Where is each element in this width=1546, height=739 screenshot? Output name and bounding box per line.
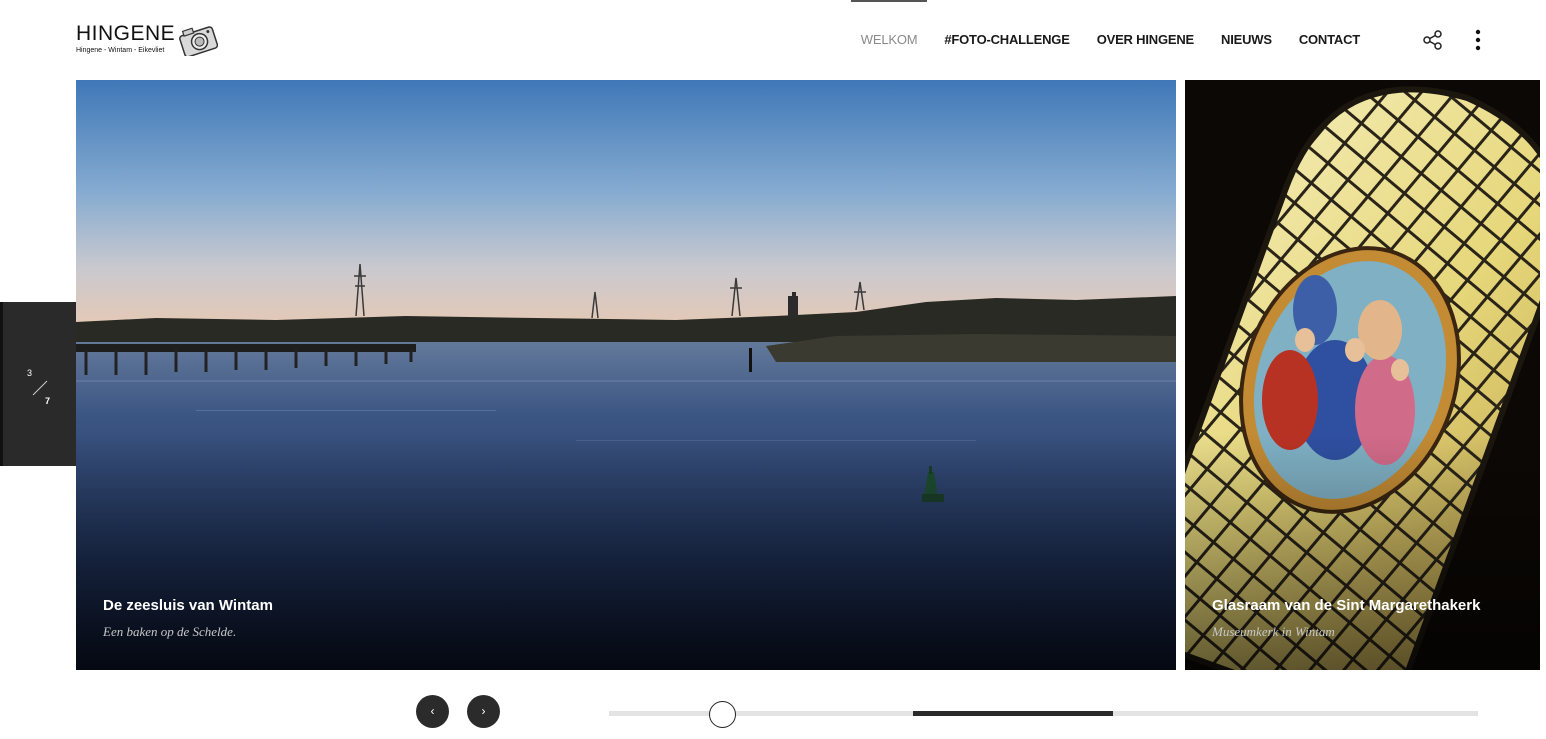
slider-progress-fill — [913, 711, 1113, 716]
slide-next[interactable]: Glasraam van de Sint Margarethakerk Muse… — [1185, 80, 1540, 670]
nav-item-welkom[interactable]: WELKOM — [850, 0, 927, 80]
counter-divider — [32, 380, 48, 396]
slide-counter-total: 7 — [45, 396, 51, 406]
slide-counter-current: 3 — [27, 368, 33, 378]
slide-next-title: Glasraam van de Sint Margarethakerk — [1212, 597, 1481, 614]
site-logo[interactable]: HINGENE Hingene - Wintam - Eikevliet — [76, 20, 226, 60]
logo-title: HINGENE — [76, 22, 176, 45]
slide-main[interactable]: De zeesluis van Wintam Een baken op de S… — [76, 80, 1176, 670]
nav-item-contact[interactable]: CONTACT — [1299, 0, 1360, 80]
slide-next-subtitle: Museumkerk in Wintam — [1212, 624, 1335, 639]
camera-icon — [179, 26, 218, 56]
slide-main-caption: De zeesluis van Wintam Een baken op de S… — [103, 597, 273, 640]
more-vertical-icon[interactable] — [1470, 28, 1486, 52]
next-slide-button[interactable]: › — [467, 695, 500, 728]
main-nav: WELKOM #FOTO-CHALLENGE OVER HINGENE NIEU… — [834, 0, 1360, 80]
site-header: HINGENE Hingene - Wintam - Eikevliet WEL… — [0, 0, 1546, 80]
share-icon[interactable] — [1422, 29, 1444, 51]
slide-next-caption: Glasraam van de Sint Margarethakerk Muse… — [1212, 597, 1480, 640]
nav-item-over-hingene[interactable]: OVER HINGENE — [1097, 0, 1194, 80]
nav-item-nieuws[interactable]: NIEUWS — [1221, 0, 1272, 80]
slide-main-title: De zeesluis van Wintam — [103, 597, 273, 614]
slider-drag-handle[interactable] — [708, 701, 736, 728]
nav-item-foto-challenge[interactable]: #FOTO-CHALLENGE — [944, 0, 1070, 80]
slide-main-subtitle: Een baken op de Schelde. — [103, 624, 237, 639]
prev-slide-button[interactable]: ‹ — [416, 695, 449, 728]
slide-next-image — [1185, 80, 1540, 670]
slide-main-image — [76, 80, 1176, 670]
logo-subtitle: Hingene - Wintam - Eikevliet — [76, 47, 165, 54]
